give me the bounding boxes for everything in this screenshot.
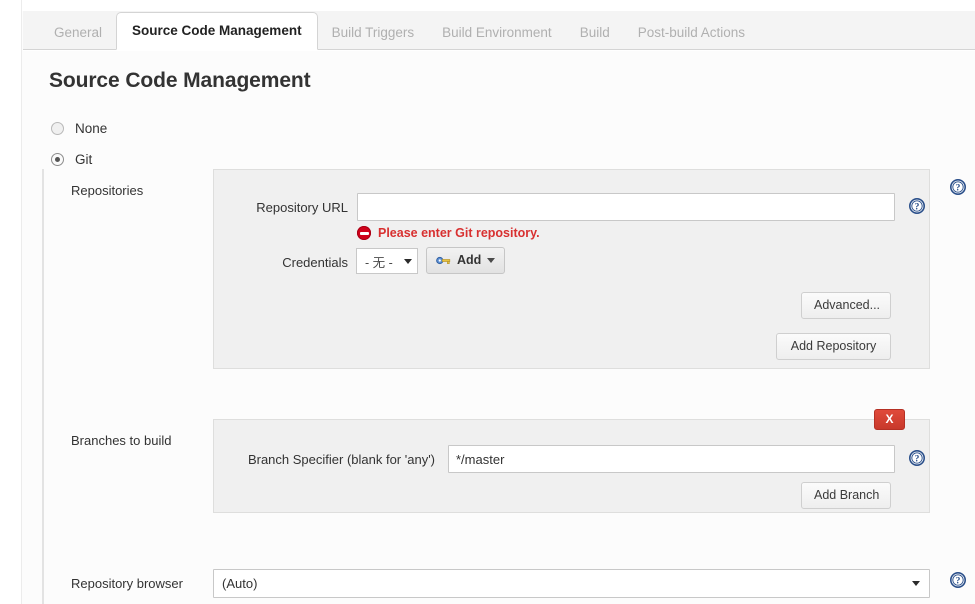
add-repository-button[interactable]: Add Repository xyxy=(776,333,891,360)
branch-specifier-label: Branch Specifier (blank for 'any') xyxy=(247,452,435,467)
chevron-down-icon-repository-browser xyxy=(912,581,920,586)
tab-list: General Source Code Management Build Tri… xyxy=(23,10,759,50)
tab-general[interactable]: General xyxy=(40,17,116,49)
error-circle-icon xyxy=(357,226,371,240)
git-config-section: Repositories ? Repository URL ? Please e… xyxy=(42,169,967,604)
radio-none-label: None xyxy=(75,120,108,136)
svg-text:?: ? xyxy=(915,203,920,213)
window-left-edge xyxy=(0,0,22,604)
svg-text:?: ? xyxy=(956,577,961,587)
add-credentials-label: Add xyxy=(457,253,482,267)
help-icon-repository-url[interactable]: ? xyxy=(909,198,925,214)
scm-content-panel: Source Code Management None Git Reposito… xyxy=(23,50,975,604)
svg-text:?: ? xyxy=(956,184,961,194)
radio-git[interactable] xyxy=(51,152,64,166)
scm-option-none[interactable]: None xyxy=(51,119,107,137)
repositories-label: Repositories xyxy=(71,183,144,198)
add-credentials-button[interactable]: Add xyxy=(426,247,506,274)
branches-panel: Branch Specifier (blank for 'any') ? Add… xyxy=(213,419,930,513)
tab-build-environment[interactable]: Build Environment xyxy=(428,17,566,49)
config-tab-bar: General Source Code Management Build Tri… xyxy=(23,11,975,50)
help-icon-repositories[interactable]: ? xyxy=(950,179,966,195)
jenkins-job-config-page: General Source Code Management Build Tri… xyxy=(0,0,975,604)
radio-none[interactable] xyxy=(51,121,64,135)
svg-text:?: ? xyxy=(915,455,920,465)
tab-post-build-actions[interactable]: Post-build Actions xyxy=(624,17,759,49)
advanced-button[interactable]: Advanced... xyxy=(801,292,891,319)
chevron-down-icon-add-credentials xyxy=(487,258,496,263)
repositories-panel: Repository URL ? Please enter Git reposi… xyxy=(213,169,930,369)
repository-browser-label: Repository browser xyxy=(71,576,183,591)
page-title: Source Code Management xyxy=(49,69,311,92)
repository-url-label: Repository URL xyxy=(256,200,348,215)
radio-git-label: Git xyxy=(75,151,93,167)
branches-to-build-label: Branches to build xyxy=(71,433,172,448)
credentials-label: Credentials xyxy=(282,255,348,270)
tab-build-triggers[interactable]: Build Triggers xyxy=(318,17,429,49)
repository-browser-selected-value: (Auto) xyxy=(222,576,258,591)
help-icon-repository-browser[interactable]: ? xyxy=(950,572,966,588)
branch-specifier-input[interactable] xyxy=(448,445,895,473)
help-icon-branch-specifier[interactable]: ? xyxy=(909,450,925,466)
tab-source-code-management[interactable]: Source Code Management xyxy=(116,12,318,50)
credentials-select[interactable]: - 无 - xyxy=(356,248,418,274)
repository-url-input[interactable] xyxy=(357,193,895,221)
key-icon xyxy=(436,256,451,265)
tab-build[interactable]: Build xyxy=(566,17,624,49)
delete-branch-button[interactable]: X xyxy=(874,409,905,430)
repository-url-error-text: Please enter Git repository. xyxy=(378,226,540,240)
scm-option-git[interactable]: Git xyxy=(51,150,92,168)
repository-browser-select[interactable]: (Auto) xyxy=(213,569,930,598)
chevron-down-icon-credentials xyxy=(404,258,412,264)
add-branch-button[interactable]: Add Branch xyxy=(801,482,891,509)
repository-url-error: Please enter Git repository. xyxy=(357,226,540,240)
credentials-selected-value: - 无 - xyxy=(365,255,393,270)
